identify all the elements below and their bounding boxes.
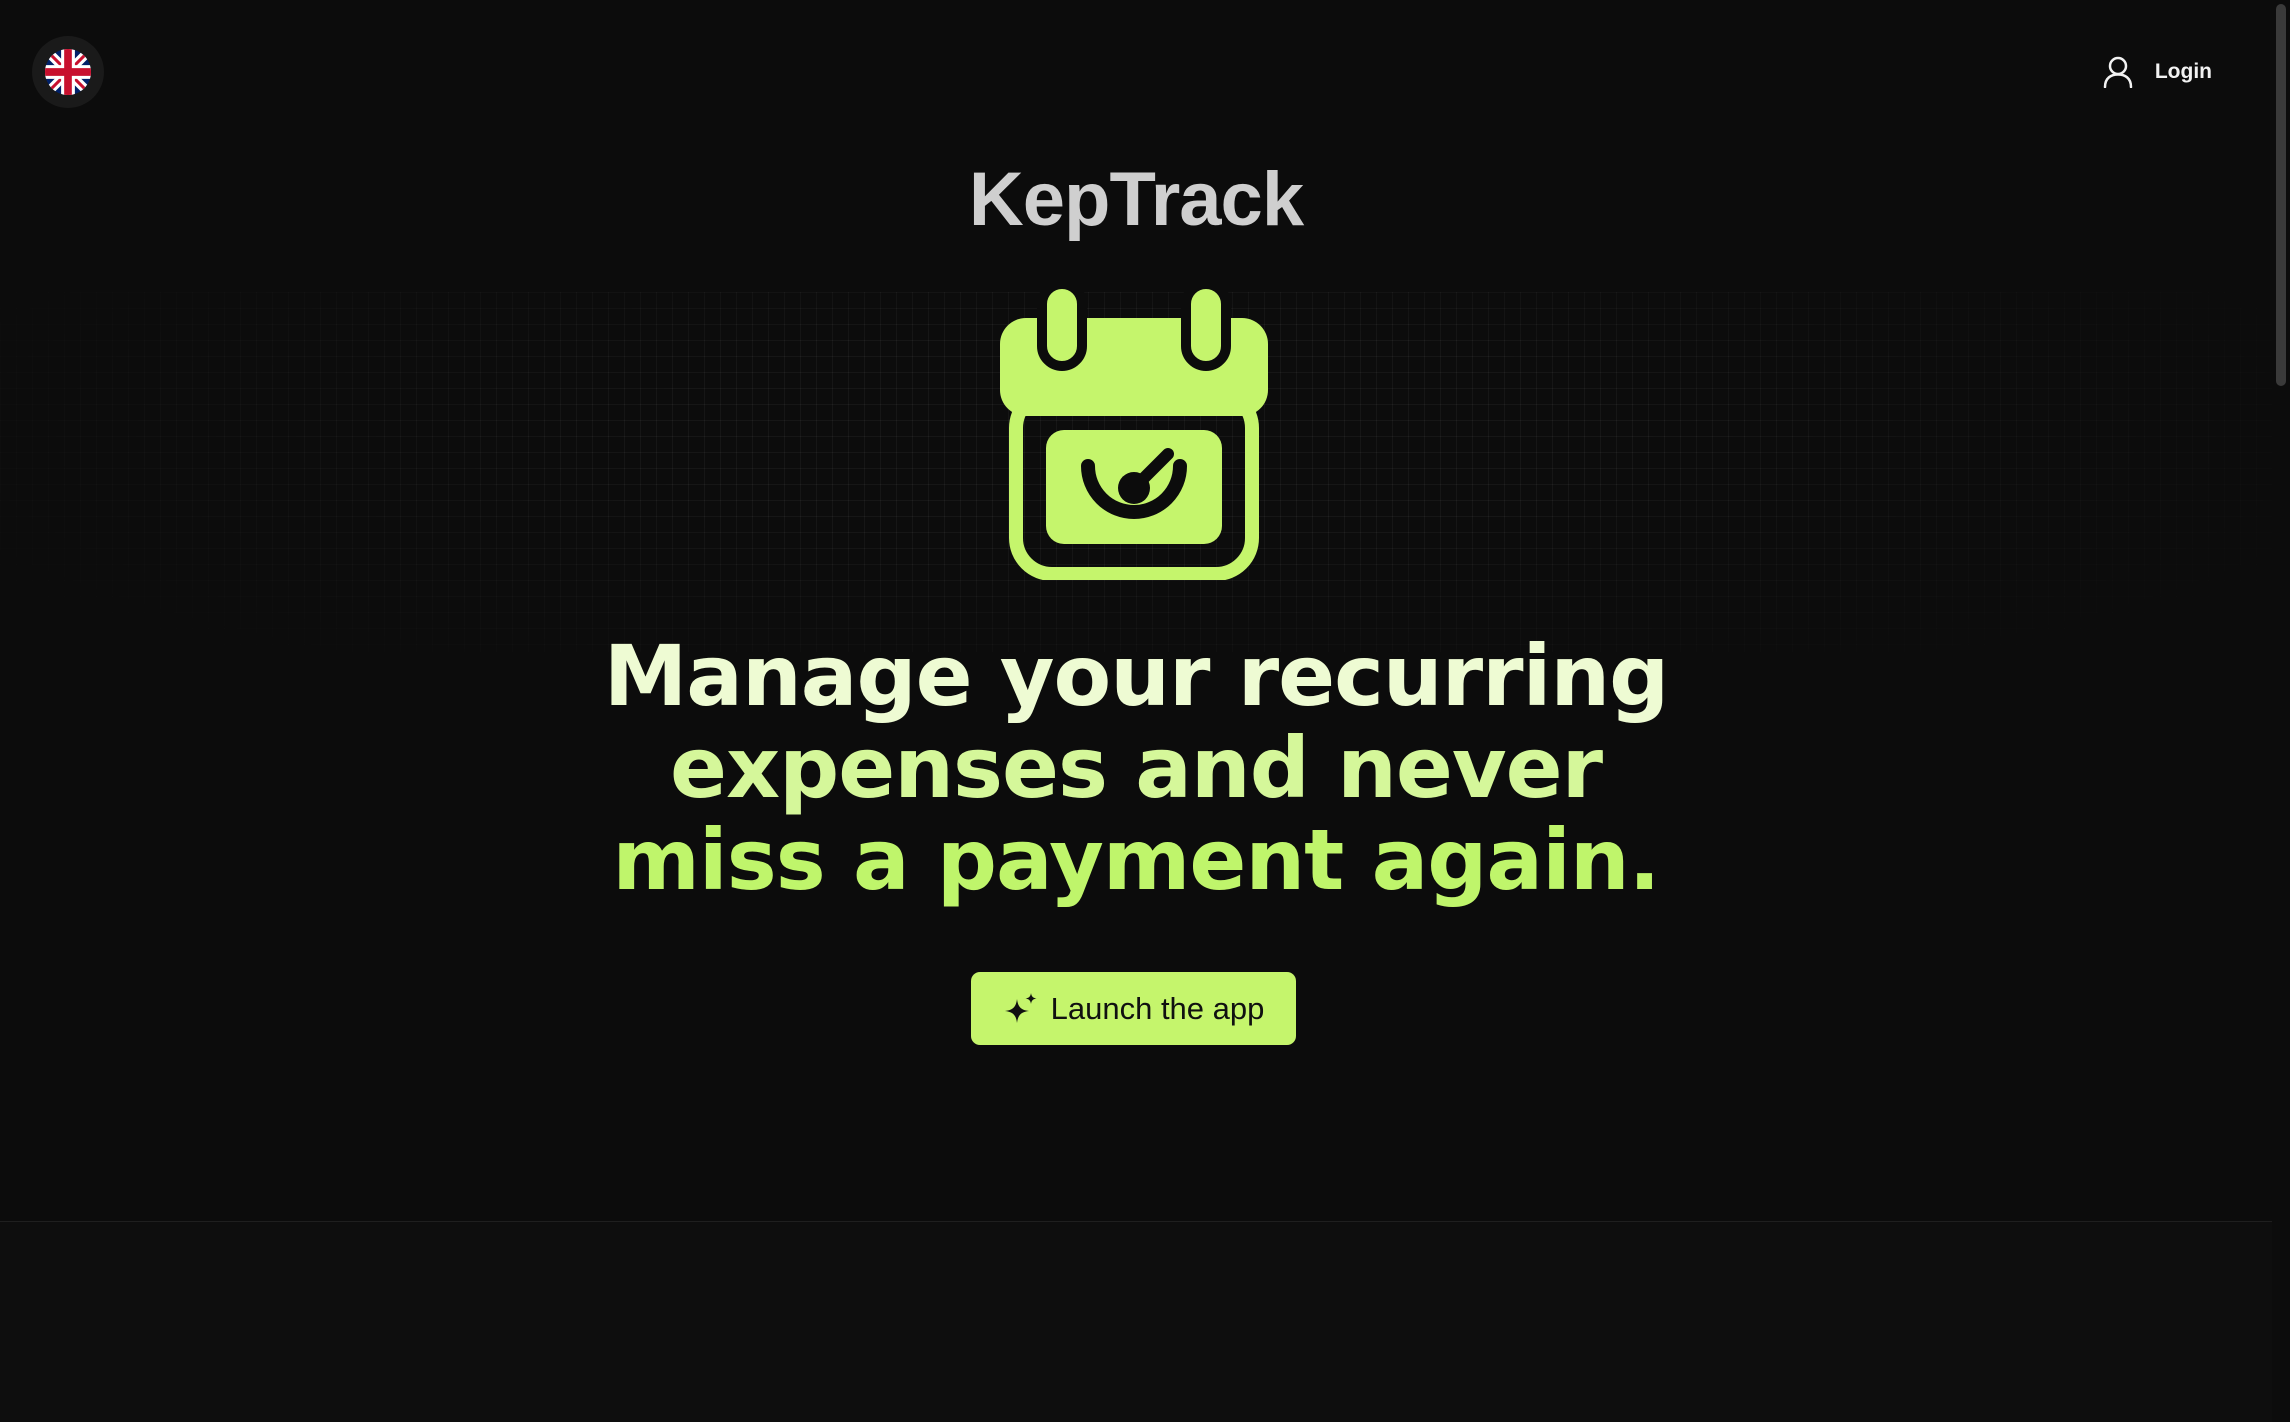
sparkles-icon xyxy=(1004,992,1037,1023)
headline-line-2: expenses and never xyxy=(669,719,1603,817)
launch-app-label: Launch the app xyxy=(1050,990,1265,1026)
user-icon xyxy=(2103,56,2133,88)
login-button[interactable]: Login xyxy=(2103,50,2212,94)
login-label: Login xyxy=(2154,60,2212,83)
scrollbar-thumb[interactable] xyxy=(2276,4,2286,386)
launch-app-button[interactable]: Launch the app xyxy=(971,972,1296,1045)
hero-headline: Manage your recurring expenses and never… xyxy=(0,630,2272,906)
lower-section xyxy=(0,1222,2272,1422)
headline-line-3: miss a payment again. xyxy=(612,811,1660,909)
brand-title: KepTrack xyxy=(968,157,1304,242)
page-scrollbar[interactable] xyxy=(2272,0,2290,1422)
headline-line-1: Manage your recurring xyxy=(603,627,1670,725)
united-kingdom-flag-icon xyxy=(45,49,91,95)
calendar-gauge-icon xyxy=(1000,284,1268,580)
landing-page: Login KepTrack Manage your recurring exp… xyxy=(0,0,2290,1422)
language-selector-button[interactable] xyxy=(32,36,104,108)
